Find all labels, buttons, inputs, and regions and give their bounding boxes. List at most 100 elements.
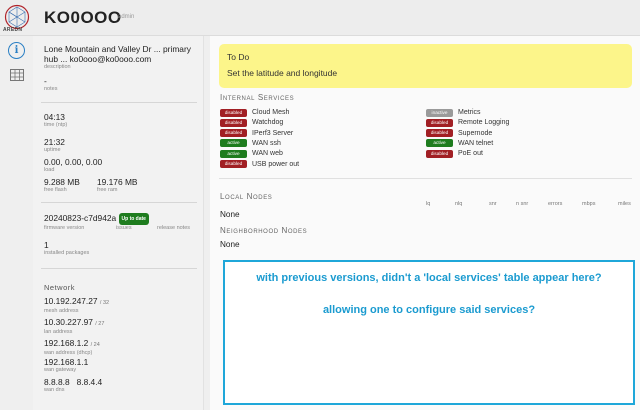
service-name: Remote Logging bbox=[458, 119, 510, 127]
uptime-label: uptime bbox=[44, 147, 61, 153]
service-row: disabled USB power out bbox=[220, 160, 299, 169]
service-row: disabled Watchdog bbox=[220, 118, 283, 127]
ram-value: 19.176 MB bbox=[97, 177, 138, 187]
mesh-address-value: 10.192.247.27 bbox=[44, 296, 98, 306]
divider bbox=[41, 268, 197, 269]
service-name: WAN ssh bbox=[252, 139, 281, 147]
service-name: WAN web bbox=[252, 150, 283, 158]
service-status-badge: active bbox=[426, 139, 453, 148]
wan-address-value: 192.168.1.2 bbox=[44, 338, 89, 348]
service-status-badge: disabled bbox=[426, 118, 453, 127]
internal-services-title: Internal Services bbox=[220, 93, 295, 102]
service-status-badge: active bbox=[220, 149, 247, 158]
release-notes-link[interactable]: release notes bbox=[157, 225, 190, 231]
lan-netmask: / 27 bbox=[95, 321, 105, 327]
todo-box: To Do Set the latitude and longitude bbox=[219, 44, 632, 88]
annotation-line-2: allowing one to configure said services? bbox=[322, 304, 536, 316]
description-label: description bbox=[44, 64, 71, 70]
time-value: 04:13 bbox=[44, 112, 65, 122]
wan-gateway-field: 192.168.1.1 wan gateway bbox=[44, 357, 88, 373]
nav-rail: i bbox=[0, 36, 33, 410]
wan-address-label: wan address (dhcp) bbox=[44, 350, 93, 356]
col-errors: errors bbox=[548, 201, 563, 207]
info-icon[interactable]: i bbox=[8, 42, 25, 59]
notes-field[interactable]: - notes bbox=[44, 76, 57, 92]
service-row: active WAN web bbox=[220, 149, 283, 158]
firmware-field: 20240823-c7d942a Up to date firmware ver… bbox=[44, 213, 204, 231]
service-status-badge: disabled bbox=[220, 108, 247, 117]
todo-item[interactable]: Set the latitude and longitude bbox=[227, 68, 337, 78]
neighborhood-nodes-title: Neighborhood Nodes bbox=[220, 226, 308, 235]
wan-dns-label: wan dns bbox=[44, 387, 65, 393]
load-field: 0.00, 0.00, 0.00 load bbox=[44, 157, 102, 173]
divider bbox=[219, 178, 632, 179]
annotation-line-1: with previous versions, didn't a 'local … bbox=[256, 272, 602, 284]
notes-label: notes bbox=[44, 86, 58, 92]
lan-address-field: 10.30.227.97 / 27 lan address bbox=[44, 317, 104, 335]
service-status-badge: inactive bbox=[426, 108, 453, 117]
logo-text: AREDN bbox=[3, 27, 23, 33]
user-role-tag: admin bbox=[118, 14, 135, 20]
uptime-value: 21:32 bbox=[44, 137, 65, 147]
firmware-label: firmware version bbox=[44, 225, 85, 231]
description-value: Lone Mountain and Valley Dr ... primary … bbox=[44, 44, 191, 64]
service-name: PoE out bbox=[458, 150, 483, 158]
wan-netmask: / 24 bbox=[90, 342, 100, 348]
grid-icon bbox=[9, 68, 24, 81]
ram-field: 19.176 MB free ram bbox=[97, 177, 138, 193]
mesh-netmask: / 32 bbox=[99, 300, 110, 306]
wan-dns-value: 8.8.8.8 8.8.4.4 bbox=[44, 377, 103, 387]
load-label: load bbox=[44, 167, 55, 173]
app-header: AREDN KO0OOO admin bbox=[0, 0, 640, 36]
col-n-snr: n snr bbox=[516, 201, 529, 207]
uptime-field: 21:32 uptime bbox=[44, 137, 65, 153]
service-row: disabled PoE out bbox=[426, 149, 483, 158]
service-row: disabled IPerf3 Server bbox=[220, 129, 293, 138]
issues-link[interactable]: issues bbox=[116, 225, 132, 231]
notes-value: - bbox=[44, 76, 47, 86]
divider bbox=[41, 202, 197, 203]
service-status-badge: disabled bbox=[220, 160, 247, 168]
service-status-badge: disabled bbox=[426, 149, 453, 158]
time-label: time (ntp) bbox=[44, 122, 68, 128]
flash-value: 9.288 MB bbox=[44, 177, 80, 187]
packages-field[interactable]: 1 installed packages bbox=[44, 240, 89, 256]
network-section-title: Network bbox=[44, 283, 76, 292]
wan-gateway-label: wan gateway bbox=[44, 367, 77, 373]
service-name: WAN telnet bbox=[458, 139, 494, 147]
divider bbox=[41, 102, 197, 103]
time-field: 04:13 time (ntp) bbox=[44, 112, 67, 128]
service-status-badge: disabled bbox=[220, 118, 247, 127]
mesh-address-label: mesh address bbox=[44, 308, 79, 314]
service-name: IPerf3 Server bbox=[252, 129, 294, 137]
service-row: active WAN ssh bbox=[220, 139, 281, 148]
packages-value: 1 bbox=[44, 240, 49, 250]
table-icon[interactable] bbox=[8, 66, 25, 83]
up-to-date-badge: Up to date bbox=[118, 213, 149, 225]
packages-label: installed packages bbox=[44, 250, 90, 256]
col-miles: miles bbox=[618, 201, 631, 207]
service-status-badge: active bbox=[220, 139, 247, 148]
service-row: inactive Metrics bbox=[426, 108, 481, 117]
service-row: disabled Remote Logging bbox=[426, 118, 509, 127]
local-nodes-empty: None bbox=[220, 210, 240, 219]
wan-address-field: 192.168.1.2 / 24 wan address (dhcp) bbox=[44, 338, 100, 356]
col-snr: snr bbox=[489, 201, 497, 207]
service-row: disabled Cloud Mesh bbox=[220, 108, 289, 117]
mesh-address-field: 10.192.247.27 / 32 mesh address bbox=[44, 296, 109, 314]
flash-field: 9.288 MB free flash bbox=[44, 177, 80, 193]
neighborhood-nodes-empty: None bbox=[220, 240, 240, 249]
service-row: active WAN telnet bbox=[426, 139, 493, 148]
firmware-value: 20240823-c7d942a bbox=[44, 213, 117, 224]
service-status-badge: disabled bbox=[426, 129, 453, 138]
service-name: USB power out bbox=[252, 160, 300, 168]
service-name: Cloud Mesh bbox=[252, 109, 290, 116]
wan-dns-field: 8.8.8.8 8.8.4.4 wan dns bbox=[44, 377, 102, 393]
col-nlq: nlq bbox=[455, 201, 463, 207]
service-name: Metrics bbox=[458, 109, 481, 116]
description-field[interactable]: Lone Mountain and Valley Dr ... primary … bbox=[44, 44, 199, 70]
col-mbps: mbps bbox=[582, 201, 596, 207]
service-row: disabled Supernode bbox=[426, 129, 492, 138]
lan-address-label: lan address bbox=[44, 329, 73, 335]
todo-title: To Do bbox=[227, 52, 250, 62]
